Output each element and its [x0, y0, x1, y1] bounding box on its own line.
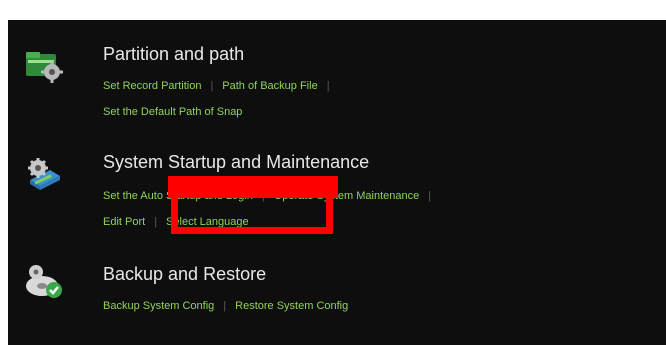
link-row: Edit Port | Select Language [103, 216, 249, 228]
settings-panel: Partition and path Set Record Partition |… [8, 20, 666, 345]
section-title: Backup and Restore [103, 264, 267, 284]
link-row: Backup System Config | Restore System Conf… [103, 300, 348, 312]
link-separator: | [210, 80, 214, 92]
link-separator: | [261, 190, 265, 202]
set-auto-startup-and-login-link[interactable]: Set the Auto Startup and Login [103, 190, 253, 202]
backup-system-config-link[interactable]: Backup System Config [103, 300, 214, 312]
edit-port-link[interactable]: Edit Port [103, 216, 145, 228]
set-record-partition-link[interactable]: Set Record Partition [103, 80, 201, 92]
link-separator: | [428, 190, 432, 202]
restore-system-config-link[interactable]: Restore System Config [235, 300, 348, 312]
section-title: Partition and path [103, 44, 245, 64]
link-row: Set Record Partition | Path of Backup File… [103, 80, 339, 92]
link-row: Set the Auto Startup and Login | Operate S… [103, 190, 440, 202]
link-separator: | [154, 216, 158, 228]
link-row: Set the Default Path of Snap [103, 106, 242, 118]
select-language-link[interactable]: Select Language [166, 216, 249, 228]
partition-folder-gear-icon [24, 48, 64, 84]
system-maintenance-gear-icon [24, 156, 64, 192]
backup-restore-disc-icon [24, 264, 64, 300]
section-title: System Startup and Maintenance [103, 152, 370, 172]
set-default-path-of-snap-link[interactable]: Set the Default Path of Snap [103, 106, 242, 118]
link-separator: | [223, 300, 227, 312]
operate-system-maintenance-link[interactable]: Operate System Maintenance [274, 190, 420, 202]
link-separator: | [326, 80, 330, 92]
path-of-backup-file-link[interactable]: Path of Backup File [222, 80, 317, 92]
